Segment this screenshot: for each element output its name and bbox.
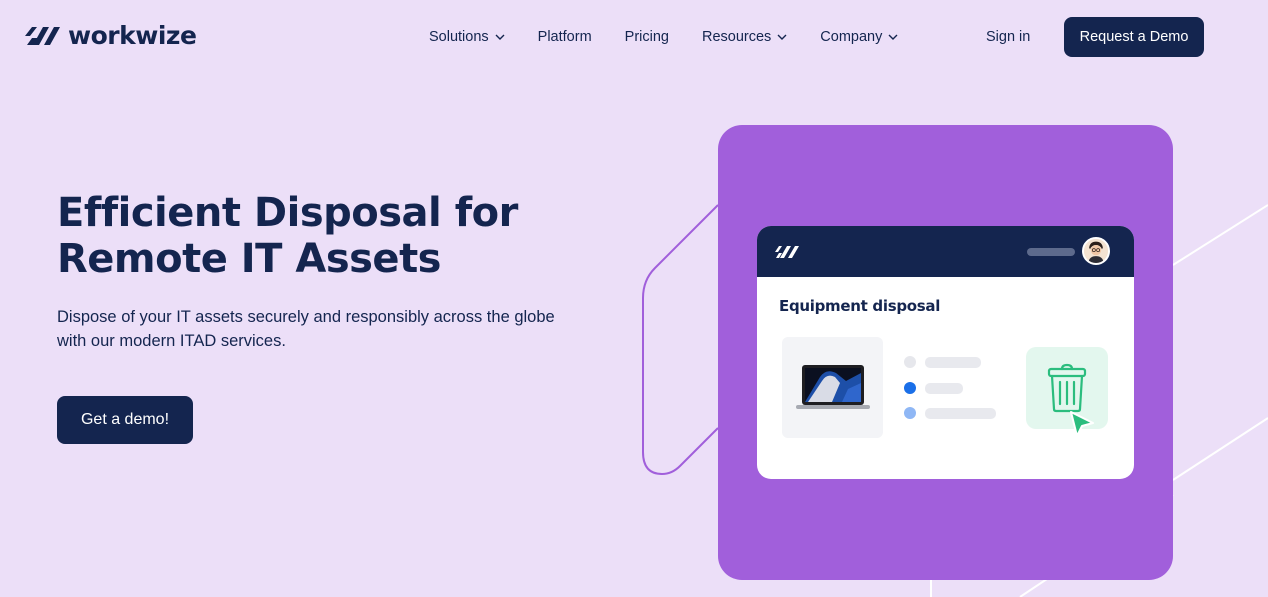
nav-item-company[interactable]: Company [820,28,898,46]
workwize-logo-icon [775,246,799,258]
nav-item-label: Pricing [624,29,669,45]
status-dot [904,356,916,368]
workwize-logo-icon [25,27,60,45]
status-dot [904,407,916,419]
hero-subtitle: Dispose of your IT assets securely and r… [57,305,617,353]
nav-item-solutions[interactable]: Solutions [429,28,505,46]
hero-title-line: Efficient Disposal for [57,190,518,236]
user-name-placeholder [1027,248,1075,256]
chevron-down-icon [888,34,898,40]
cursor-icon [1070,411,1094,437]
site-header: workwize Solutions Platform Pricing Reso… [0,0,1268,74]
nav-item-resources[interactable]: Resources [702,28,787,46]
sign-in-link[interactable]: Sign in [986,28,1030,46]
brand-logo[interactable]: workwize [24,21,197,50]
nav-item-label: Resources [701,29,772,45]
nav-item-label: Company [820,29,883,45]
text-placeholder-bar [925,382,963,394]
hero-title: Efficient Disposal for Remote IT Assets [57,190,577,282]
nav-item-platform[interactable]: Platform [538,28,592,46]
laptop-thumbnail [782,337,883,438]
hero-subtitle-line: Dispose of your IT assets securely and r… [57,308,555,326]
chevron-down-icon [495,34,505,40]
brand-name: workwize [68,21,197,50]
avatar [1082,237,1110,265]
laptop-icon [796,365,870,409]
get-demo-button[interactable]: Get a demo! [57,396,193,444]
chevron-down-icon [777,34,787,40]
hero-title-line: Remote IT Assets [57,236,442,282]
nav-item-label: Solutions [429,29,489,45]
list-item [904,382,963,394]
text-placeholder-bar [925,356,981,368]
status-dot [904,382,916,394]
equipment-disposal-title: Equipment disposal [779,297,941,315]
nav-item-pricing[interactable]: Pricing [625,28,669,46]
hero-subtitle-line: with our modern ITAD services. [57,332,286,350]
trash-icon [1047,363,1087,413]
app-mockup-topbar [757,226,1134,277]
request-demo-button[interactable]: Request a Demo [1064,17,1204,57]
text-placeholder-bar [925,407,996,419]
user-avatar-icon [1084,239,1108,263]
main-nav: Solutions Platform Pricing Resources Com… [429,28,931,46]
nav-item-label: Platform [537,29,592,45]
app-mockup-window: Equipment disposal [757,226,1134,479]
list-item [904,407,996,419]
list-item [904,356,981,368]
